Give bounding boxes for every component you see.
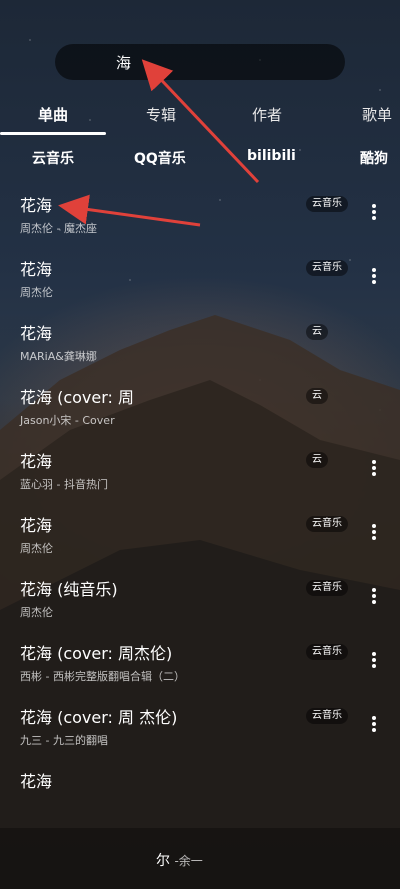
song-row[interactable]: 花海 周杰伦 云音乐 <box>0 508 400 572</box>
song-title: 花海 (cover: 周 <box>20 388 135 407</box>
song-row[interactable]: 花海 (cover: 周 杰伦) 九三 - 九三的翻唱 云音乐 <box>0 700 400 764</box>
category-tabs: 单曲 专辑 作者 歌单 <box>0 100 400 136</box>
song-title: 花海 (cover: 周杰伦) <box>20 644 173 663</box>
source-tabs: 云音乐 QQ音乐 bilibili 酷狗 <box>0 148 400 174</box>
source-badge: 云音乐 <box>306 708 348 724</box>
source-badge: 云音乐 <box>306 196 348 212</box>
more-options-icon[interactable] <box>368 714 380 740</box>
song-row[interactable]: 花海 MARiA&龚琳娜 云 <box>0 316 400 380</box>
source-badge: 云音乐 <box>306 580 348 596</box>
song-subtitle: MARiA&龚琳娜 <box>20 350 97 363</box>
song-row[interactable]: 花海 (cover: 周杰伦) 西彬 - 西彬完整版翻唱合辑（二） 云音乐 <box>0 636 400 700</box>
song-subtitle: Jason小宋 - Cover <box>20 414 115 427</box>
song-title: 花海 <box>20 196 53 215</box>
search-bar[interactable] <box>55 44 345 80</box>
song-subtitle: 西彬 - 西彬完整版翻唱合辑（二） <box>20 670 185 683</box>
song-subtitle: 周杰伦 - 魔杰座 <box>20 222 97 235</box>
now-playing-text[interactable]: 尔 -余一 <box>156 850 203 870</box>
tab-artist[interactable]: 作者 <box>252 104 282 125</box>
source-netease[interactable]: 云音乐 <box>32 148 74 168</box>
song-subtitle: 周杰伦 <box>20 542 53 555</box>
now-playing-title: 尔 <box>156 853 170 869</box>
source-bilibili[interactable]: bilibili <box>247 148 296 164</box>
song-row[interactable]: 花海 <box>0 764 400 828</box>
more-options-icon[interactable] <box>368 522 380 548</box>
search-input[interactable]: 海 <box>116 52 131 73</box>
more-options-icon[interactable] <box>368 586 380 612</box>
song-row[interactable]: 花海 周杰伦 - 魔杰座 云音乐 <box>0 188 400 252</box>
tab-album[interactable]: 专辑 <box>146 104 176 125</box>
song-title: 花海 <box>20 452 53 471</box>
source-badge: 云 <box>306 452 328 468</box>
song-title: 花海 (纯音乐) <box>20 580 118 599</box>
song-subtitle: 周杰伦 <box>20 286 53 299</box>
song-title: 花海 <box>20 516 53 535</box>
more-options-icon[interactable] <box>368 266 380 292</box>
source-badge: 云音乐 <box>306 644 348 660</box>
song-row[interactable]: 花海 蓝心羽 - 抖音热门 云 <box>0 444 400 508</box>
more-options-icon[interactable] <box>368 650 380 676</box>
source-kugou[interactable]: 酷狗 <box>360 148 388 168</box>
song-title: 花海 <box>20 772 53 791</box>
source-badge: 云音乐 <box>306 516 348 532</box>
source-badge: 云音乐 <box>306 260 348 276</box>
tab-playlist[interactable]: 歌单 <box>362 104 392 125</box>
song-title: 花海 <box>20 260 53 279</box>
source-badge: 云 <box>306 324 328 340</box>
song-title: 花海 <box>20 324 53 343</box>
now-playing-artist: -余一 <box>174 854 203 868</box>
song-subtitle: 周杰伦 <box>20 606 53 619</box>
song-subtitle: 蓝心羽 - 抖音热门 <box>20 478 108 491</box>
song-row[interactable]: 花海 (cover: 周 Jason小宋 - Cover 云 <box>0 380 400 444</box>
song-subtitle: 九三 - 九三的翻唱 <box>20 734 108 747</box>
more-options-icon[interactable] <box>368 458 380 484</box>
source-badge: 云 <box>306 388 328 404</box>
tab-underline <box>0 132 106 135</box>
song-row[interactable]: 花海 (纯音乐) 周杰伦 云音乐 <box>0 572 400 636</box>
song-row[interactable]: 花海 周杰伦 云音乐 <box>0 252 400 316</box>
tab-single[interactable]: 单曲 <box>38 104 68 125</box>
song-title: 花海 (cover: 周 杰伦) <box>20 708 178 727</box>
more-options-icon[interactable] <box>368 202 380 228</box>
source-qq[interactable]: QQ音乐 <box>134 148 186 168</box>
